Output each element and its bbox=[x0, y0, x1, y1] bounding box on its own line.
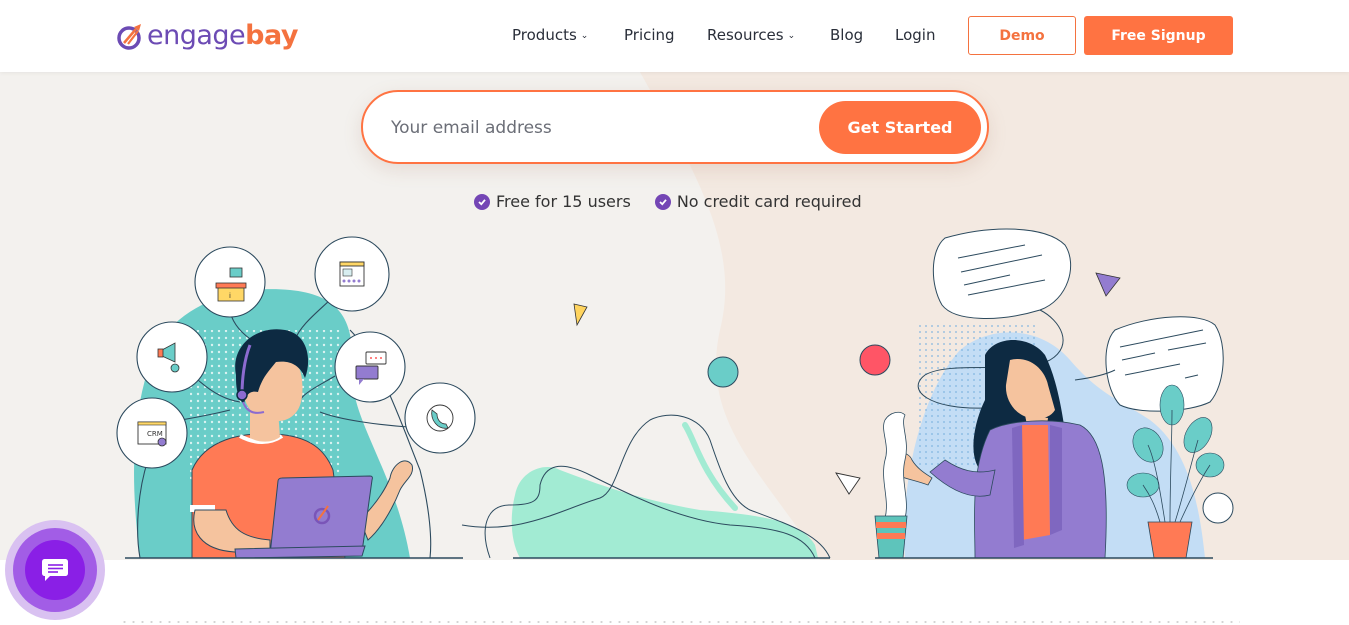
chevron-down-icon: ⌄ bbox=[580, 31, 589, 41]
logo-text-bay: bay bbox=[245, 20, 298, 51]
icon-bubble-help-desk: i bbox=[194, 246, 266, 318]
nav-products[interactable]: Products ⌄ bbox=[512, 26, 588, 44]
icon-bubble-megaphone bbox=[136, 321, 208, 393]
engagebay-logo[interactable]: engagebay bbox=[116, 19, 298, 53]
nav-blog[interactable]: Blog bbox=[830, 26, 863, 44]
perk-no-credit-card: No credit card required bbox=[654, 192, 862, 211]
site-header: engagebay Products ⌄ Pricing Resources ⌄ B… bbox=[0, 0, 1349, 72]
support-agent-illustration: i CRM bbox=[116, 236, 476, 559]
icon-bubble-web-page bbox=[314, 236, 390, 312]
nav-resources[interactable]: Resources ⌄ bbox=[707, 26, 795, 44]
logo-text: engagebay bbox=[147, 19, 298, 53]
free-signup-button[interactable]: Free Signup bbox=[1084, 16, 1233, 55]
nav-login[interactable]: Login bbox=[895, 26, 935, 44]
chat-widget-core bbox=[25, 540, 85, 600]
email-signup-form: Get Started bbox=[361, 90, 989, 164]
svg-text:i: i bbox=[229, 292, 231, 300]
check-circle-icon bbox=[654, 193, 671, 210]
chat-widget-button[interactable] bbox=[5, 520, 105, 620]
steam bbox=[883, 411, 907, 519]
logo-text-engage: engage bbox=[147, 20, 246, 51]
nav-blog-label: Blog bbox=[830, 26, 864, 44]
icon-bubble-chat bbox=[334, 331, 406, 403]
cup bbox=[874, 515, 908, 559]
nav-pricing-label: Pricing bbox=[624, 26, 675, 44]
get-started-button[interactable]: Get Started bbox=[819, 101, 981, 154]
logo-mark-icon bbox=[117, 24, 141, 50]
icon-bubble-crm: CRM bbox=[116, 397, 188, 469]
email-input[interactable] bbox=[391, 110, 811, 146]
nav-products-label: Products bbox=[512, 26, 577, 44]
white-circle bbox=[1202, 492, 1234, 524]
perk-free-users: Free for 15 users bbox=[474, 192, 631, 211]
yellow-triangle bbox=[573, 303, 588, 327]
perk-label: No credit card required bbox=[676, 192, 862, 211]
chat-icon bbox=[42, 559, 68, 581]
nav-resources-label: Resources bbox=[707, 26, 784, 44]
perk-label: Free for 15 users bbox=[496, 192, 631, 211]
check-circle-icon bbox=[474, 193, 490, 210]
chevron-down-icon: ⌄ bbox=[787, 31, 796, 41]
teal-circle bbox=[707, 356, 739, 388]
red-circle bbox=[859, 344, 891, 376]
perks-list: Free for 15 users No credit card require… bbox=[474, 192, 862, 211]
chat-widget-ring bbox=[13, 528, 97, 612]
speech-bubble-top bbox=[932, 228, 1072, 319]
dotted-divider bbox=[120, 620, 1240, 624]
icon-bubble-phone bbox=[404, 382, 476, 454]
nav-pricing[interactable]: Pricing bbox=[624, 26, 675, 44]
crm-label: CRM bbox=[147, 430, 163, 438]
demo-button[interactable]: Demo bbox=[968, 16, 1076, 55]
nav-login-label: Login bbox=[895, 26, 936, 44]
